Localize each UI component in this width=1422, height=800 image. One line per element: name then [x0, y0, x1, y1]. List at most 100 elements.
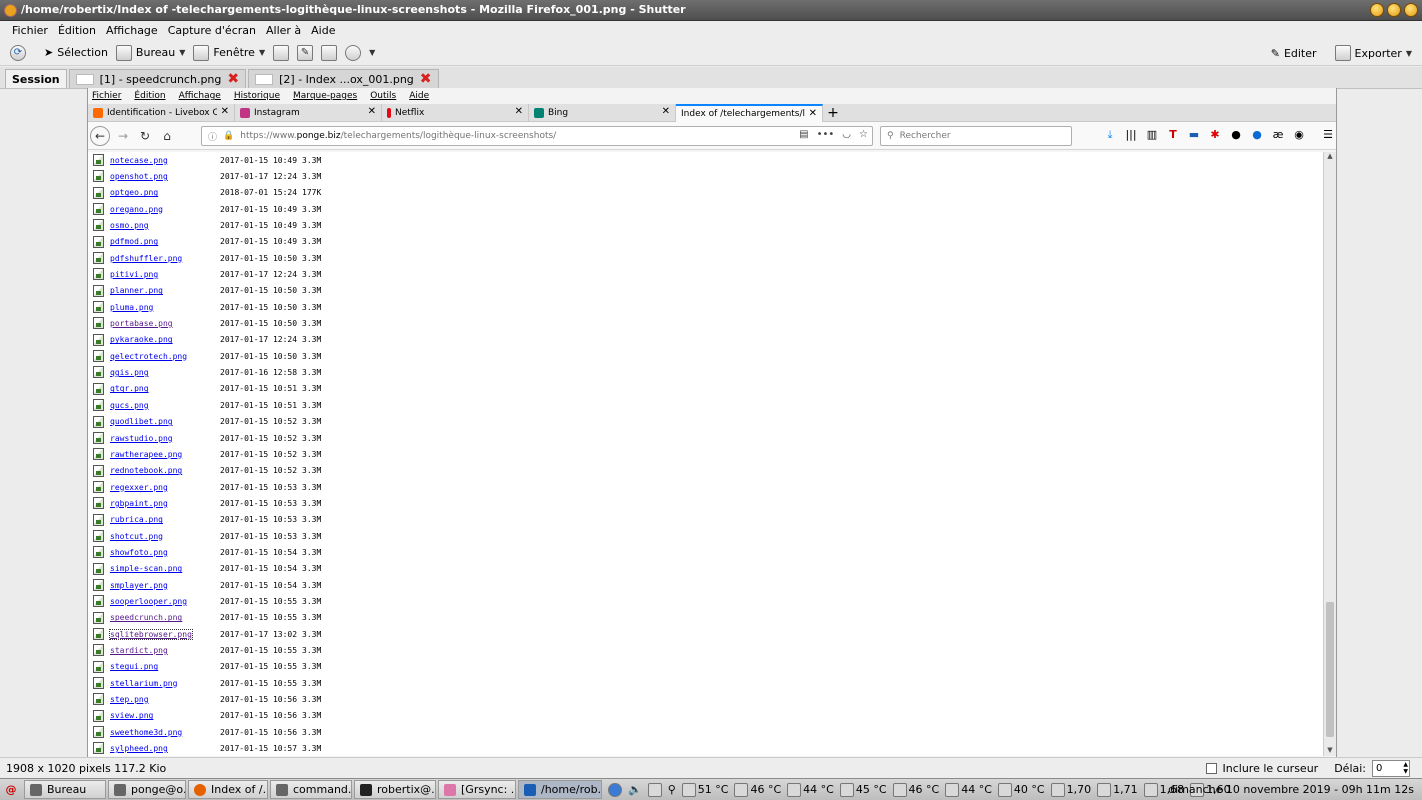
tooltip-icon[interactable] — [321, 44, 338, 61]
file-date: 2017-01-16 12:58 — [220, 368, 298, 378]
taskbar-item-command[interactable]: command... — [270, 780, 352, 799]
screenshot-image[interactable]: Fichier Édition Affichage Historique Mar… — [87, 88, 1337, 757]
menu-affichage[interactable]: Affichage — [106, 24, 158, 37]
file-link[interactable]: rawtherapee.png — [110, 450, 182, 459]
delay-label: Délai: — [1334, 762, 1366, 775]
file-link[interactable]: rednotebook.png — [110, 466, 182, 475]
file-link[interactable]: stardict.png — [110, 646, 168, 655]
clock[interactable]: dimanche 10 novembre 2019 - 09h 11m 12s — [1168, 783, 1414, 796]
file-link[interactable]: quodlibet.png — [110, 417, 173, 426]
menu-capture[interactable]: Capture d'écran — [168, 24, 256, 37]
chevron-down-icon[interactable]: ▼ — [369, 48, 375, 57]
file-link[interactable]: regexxer.png — [110, 483, 168, 492]
file-link[interactable]: osmo.png — [110, 221, 149, 230]
table-row: qelectrotech.png 2017-01-15 10:50 3.3M — [88, 348, 1324, 364]
tab-session[interactable]: Session — [5, 69, 67, 88]
file-link[interactable]: planner.png — [110, 286, 163, 295]
taskbar-item-ponge[interactable]: ponge@o... — [108, 780, 186, 799]
bureau-button[interactable]: Bureau ▼ — [112, 42, 189, 64]
table-row: showfoto.png 2017-01-15 10:54 3.3M — [88, 544, 1324, 560]
volume-icon[interactable]: 🔈 — [628, 783, 642, 796]
more-icon: ••• — [816, 129, 835, 140]
network-icon[interactable] — [647, 782, 662, 797]
file-link[interactable]: stellarium.png — [110, 679, 177, 688]
menu-edition[interactable]: Édition — [58, 24, 96, 37]
window-title: /home/robertix/Index of -telechargements… — [21, 3, 686, 16]
taskbar-item-grsync[interactable]: [Grsync: ... — [438, 780, 516, 799]
debian-menu-icon[interactable]: @ — [0, 783, 22, 796]
image-file-icon — [93, 252, 104, 265]
file-link[interactable]: qelectrotech.png — [110, 352, 187, 361]
fenetre-button[interactable]: Fenêtre ▼ — [189, 42, 269, 64]
include-cursor-checkbox[interactable] — [1205, 763, 1217, 774]
refresh-button[interactable]: ⟳ — [6, 42, 30, 64]
file-link[interactable]: pykaraoke.png — [110, 335, 173, 344]
spinner-arrows-icon[interactable]: ▲ ▼ — [1403, 761, 1408, 775]
taskbar-item-shutter[interactable]: /home/rob... — [518, 780, 602, 799]
file-link[interactable]: step.png — [110, 695, 149, 704]
file-link[interactable]: portabase.png — [110, 319, 173, 328]
file-link[interactable]: qucs.png — [110, 401, 149, 410]
web-icon[interactable] — [345, 44, 362, 61]
image-file-icon — [93, 399, 104, 412]
file-link[interactable]: shotcut.png — [110, 532, 163, 541]
chevron-down-icon[interactable]: ▼ — [1406, 49, 1412, 58]
table-row: smplayer.png 2017-01-15 10:54 3.3M — [88, 577, 1324, 593]
menu-capture-icon[interactable] — [273, 44, 290, 61]
cpu-icon — [1097, 782, 1112, 797]
file-link[interactable]: pitivi.png — [110, 270, 158, 279]
maximize-button[interactable] — [1387, 3, 1401, 17]
menu-aller[interactable]: Aller à — [266, 24, 301, 37]
menu-aide[interactable]: Aide — [311, 24, 335, 37]
file-link[interactable]: smplayer.png — [110, 581, 168, 590]
taskbar-item-bureau[interactable]: Bureau — [24, 780, 106, 799]
file-link[interactable]: stegui.png — [110, 662, 158, 671]
file-link[interactable]: simple-scan.png — [110, 564, 182, 573]
editer-button[interactable]: ✎ Editer — [1267, 42, 1321, 64]
file-link[interactable]: oregano.png — [110, 205, 163, 214]
file-link[interactable]: pdfmod.png — [110, 237, 158, 246]
file-link[interactable]: sview.png — [110, 711, 153, 720]
file-date: 2017-01-15 10:55 — [220, 662, 298, 672]
file-date: 2017-01-17 13:02 — [220, 629, 298, 639]
file-date: 2017-01-15 10:55 — [220, 613, 298, 623]
file-link[interactable]: notecase.png — [110, 156, 168, 165]
close-button[interactable] — [1404, 3, 1418, 17]
minimize-button[interactable] — [1370, 3, 1384, 17]
file-link[interactable]: qgis.png — [110, 368, 149, 377]
close-tab-icon[interactable]: ✖ — [420, 72, 432, 86]
file-link[interactable]: showfoto.png — [110, 548, 168, 557]
file-link[interactable]: sylpheed.png — [110, 744, 168, 753]
url-actions: ▤ ••• ◡ ☆ — [799, 129, 868, 140]
chevron-down-icon[interactable]: ▼ — [179, 48, 185, 57]
file-link[interactable]: pluma.png — [110, 303, 153, 312]
taskbar-item-robertix[interactable]: robertix@... — [354, 780, 436, 799]
file-link[interactable]: speedcrunch.png — [110, 613, 182, 622]
file-link[interactable]: pdfshuffler.png — [110, 254, 182, 263]
tab-index[interactable]: [2] - Index ...ox_001.png ✖ — [248, 69, 439, 88]
file-link[interactable]: sqlitebrowser.png — [109, 628, 193, 640]
file-link[interactable]: rubrica.png — [110, 515, 163, 524]
file-link[interactable]: sooperlooper.png — [110, 597, 187, 606]
menu-fichier[interactable]: Fichier — [12, 24, 48, 37]
taskbar-item-firefox[interactable]: Index of /... — [188, 780, 268, 799]
editer-label: Editer — [1283, 46, 1317, 60]
magnifier-icon[interactable]: ⚲ — [668, 783, 676, 796]
chevron-down-icon[interactable]: ▼ — [259, 48, 265, 57]
image-file-icon — [93, 219, 104, 232]
ff-menu-marque-pages: Marque-pages — [293, 91, 358, 101]
update-icon[interactable] — [608, 782, 622, 797]
delay-spinner[interactable]: 0 ▲ ▼ — [1372, 760, 1410, 777]
file-link[interactable]: optgeo.png — [110, 188, 158, 197]
file-link[interactable]: rgbpaint.png — [110, 499, 168, 508]
exporter-button[interactable]: Exporter ▼ — [1331, 42, 1416, 64]
file-link[interactable]: sweethome3d.png — [110, 728, 182, 737]
thermometer-icon — [734, 782, 749, 797]
file-link[interactable]: qtqr.png — [110, 384, 149, 393]
close-tab-icon[interactable]: ✖ — [227, 72, 239, 86]
file-link[interactable]: rawstudio.png — [110, 434, 173, 443]
tab-speedcrunch[interactable]: [1] - speedcrunch.png ✖ — [68, 69, 247, 88]
selection-button[interactable]: ➤ Sélection — [40, 42, 112, 64]
file-link[interactable]: openshot.png — [110, 172, 168, 181]
edit-pencil-icon[interactable]: ✎ — [297, 44, 314, 61]
